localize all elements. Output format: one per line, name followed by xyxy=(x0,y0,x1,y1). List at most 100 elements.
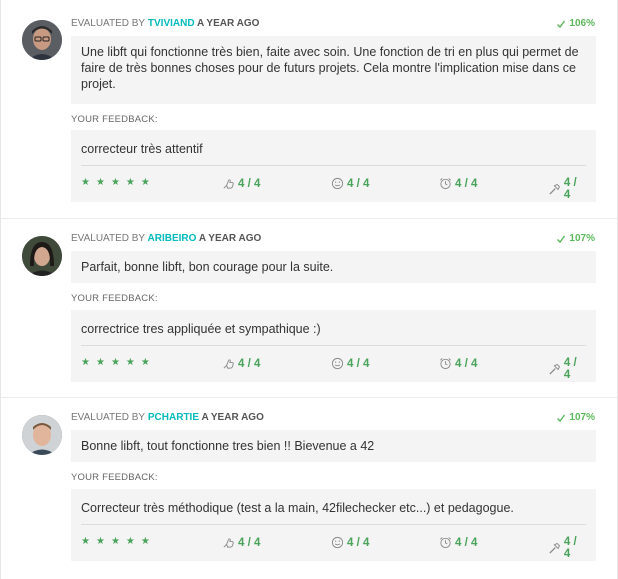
check-icon xyxy=(557,414,566,422)
rating-value: 4 / 4 xyxy=(563,536,577,560)
your-feedback-label: YOUR FEEDBACK: xyxy=(71,293,158,304)
check-icon xyxy=(557,20,566,28)
hammer-icon xyxy=(549,363,561,375)
star-icon: ★ xyxy=(125,536,135,547)
rating-value: 4 / 4 xyxy=(455,177,478,190)
rating-value: 4 / 4 xyxy=(238,357,261,370)
score-value: 107% xyxy=(569,233,595,244)
your-feedback-label: YOUR FEEDBACK: xyxy=(71,472,158,483)
rating-rigorous: 4 / 4 xyxy=(548,177,586,201)
rating-punctual: 4 / 4 xyxy=(439,357,477,370)
rating-friendly: 4 / 4 xyxy=(331,357,369,370)
evaluation-item: EVALUATED BY ARIBEIRO A YEAR AGO 107% Pa… xyxy=(1,218,617,397)
hammer-icon xyxy=(549,183,561,195)
feedback-box: correcteur très attentif ★ ★ ★ ★ ★ 4 / 4 4 /… xyxy=(71,130,596,202)
alarm-clock-icon xyxy=(440,358,451,370)
evaluation-header: EVALUATED BY PCHARTIE A YEAR AGO 107% xyxy=(71,412,595,424)
evaluation-header: EVALUATED BY ARIBEIRO A YEAR AGO 107% xyxy=(71,233,595,245)
rating-rigorous: 4 / 4 xyxy=(548,536,586,560)
rating-nice: 4 / 4 xyxy=(222,177,260,190)
evaluated-by-label: EVALUATED BY xyxy=(71,412,146,423)
rating-friendly: 4 / 4 xyxy=(331,536,369,549)
smiley-icon xyxy=(331,177,344,190)
your-feedback-label: YOUR FEEDBACK: xyxy=(71,114,158,125)
rating-value: 4 / 4 xyxy=(347,357,370,370)
evaluator-login[interactable]: ARIBEIRO xyxy=(148,233,197,244)
star-icon: ★ xyxy=(95,177,105,188)
evaluation-score: 107% xyxy=(556,233,595,244)
star-icon: ★ xyxy=(81,357,90,368)
comment-text: Parfait, bonne libft, bon courage pour l… xyxy=(81,260,334,274)
rating-value: 4 / 4 xyxy=(238,177,261,190)
thumbs-up-icon xyxy=(223,359,234,369)
rating-value: 4 / 4 xyxy=(455,536,478,549)
feedback-text: correcteur très attentif xyxy=(81,130,586,166)
feedback-ratings: ★ ★ ★ ★ ★ 4 / 4 4 / 4 4 / 4 4 / 4 xyxy=(81,525,586,561)
evaluator-login[interactable]: TVIVIAND xyxy=(148,18,195,29)
rating-nice: 4 / 4 xyxy=(222,536,260,549)
evaluation-comment: Bonne libft, tout fonctionne tres bien !… xyxy=(71,430,596,462)
feedback-box: Correcteur très méthodique (test a la ma… xyxy=(71,489,596,561)
alarm-clock-icon xyxy=(440,537,451,549)
rating-rigorous: 4 / 4 xyxy=(548,357,586,381)
star-icon: ★ xyxy=(125,357,135,368)
comment-text: Bonne libft, tout fonctionne tres bien !… xyxy=(81,439,375,453)
star-icon: ★ xyxy=(140,357,150,368)
star-icon: ★ xyxy=(140,536,150,547)
evaluation-item: EVALUATED BY PCHARTIE A YEAR AGO 107% Bo… xyxy=(1,397,617,579)
avatar[interactable] xyxy=(22,20,62,60)
feedback-box: correctrice tres appliquée et sympathiqu… xyxy=(71,310,596,382)
evaluation-time: A YEAR AGO xyxy=(198,233,262,244)
evaluated-by-label: EVALUATED BY xyxy=(71,18,146,29)
rating-value: 4 / 4 xyxy=(455,357,478,370)
score-value: 107% xyxy=(569,412,595,423)
feedback-ratings: ★ ★ ★ ★ ★ 4 / 4 4 / 4 4 / 4 4 / 4 xyxy=(81,346,586,382)
evaluation-comment: Une libft qui fonctionne très bien, fait… xyxy=(71,36,596,104)
smiley-icon xyxy=(331,536,344,549)
rating-friendly: 4 / 4 xyxy=(331,177,369,190)
star-icon: ★ xyxy=(125,177,135,188)
feedback-text: correctrice tres appliquée et sympathiqu… xyxy=(81,310,586,346)
smiley-icon xyxy=(331,357,344,370)
avatar[interactable] xyxy=(22,415,62,455)
comment-text: Une libft qui fonctionne très bien, fait… xyxy=(81,45,579,91)
thumbs-up-icon xyxy=(223,538,234,548)
evaluation-time: A YEAR AGO xyxy=(196,18,260,29)
star-icon: ★ xyxy=(110,357,120,368)
evaluated-by-label: EVALUATED BY xyxy=(71,233,146,244)
evaluation-header: EVALUATED BY TVIVIAND A YEAR AGO 106% xyxy=(71,18,595,30)
avatar[interactable] xyxy=(22,236,62,276)
star-icon: ★ xyxy=(140,177,150,188)
thumbs-up-icon xyxy=(223,179,234,189)
evaluations-list: EVALUATED BY TVIVIAND A YEAR AGO 106% Un… xyxy=(0,0,618,579)
evaluator-login[interactable]: PCHARTIE xyxy=(148,412,199,423)
star-rating: ★ ★ ★ ★ ★ xyxy=(81,537,150,547)
star-rating: ★ ★ ★ ★ ★ xyxy=(81,178,150,188)
rating-value: 4 / 4 xyxy=(563,177,577,201)
star-icon: ★ xyxy=(95,357,105,368)
rating-value: 4 / 4 xyxy=(238,536,261,549)
evaluation-score: 106% xyxy=(556,18,595,29)
alarm-clock-icon xyxy=(440,178,451,190)
rating-value: 4 / 4 xyxy=(347,177,370,190)
star-rating: ★ ★ ★ ★ ★ xyxy=(81,358,150,368)
rating-value: 4 / 4 xyxy=(563,357,577,381)
feedback-text: Correcteur très méthodique (test a la ma… xyxy=(81,489,586,525)
check-icon xyxy=(557,235,566,243)
star-icon: ★ xyxy=(81,536,90,547)
evaluation-item: EVALUATED BY TVIVIAND A YEAR AGO 106% Un… xyxy=(1,0,617,218)
evaluation-time: A YEAR AGO xyxy=(201,412,264,423)
star-icon: ★ xyxy=(81,177,90,188)
score-value: 106% xyxy=(569,18,595,29)
hammer-icon xyxy=(549,542,561,554)
evaluation-comment: Parfait, bonne libft, bon courage pour l… xyxy=(71,251,596,283)
star-icon: ★ xyxy=(110,177,120,188)
evaluation-score: 107% xyxy=(556,412,595,423)
rating-punctual: 4 / 4 xyxy=(439,177,477,190)
star-icon: ★ xyxy=(95,536,105,547)
star-icon: ★ xyxy=(110,536,120,547)
rating-punctual: 4 / 4 xyxy=(439,536,477,549)
feedback-ratings: ★ ★ ★ ★ ★ 4 / 4 4 / 4 4 / 4 4 / 4 xyxy=(81,166,586,202)
rating-nice: 4 / 4 xyxy=(222,357,260,370)
rating-value: 4 / 4 xyxy=(347,536,370,549)
